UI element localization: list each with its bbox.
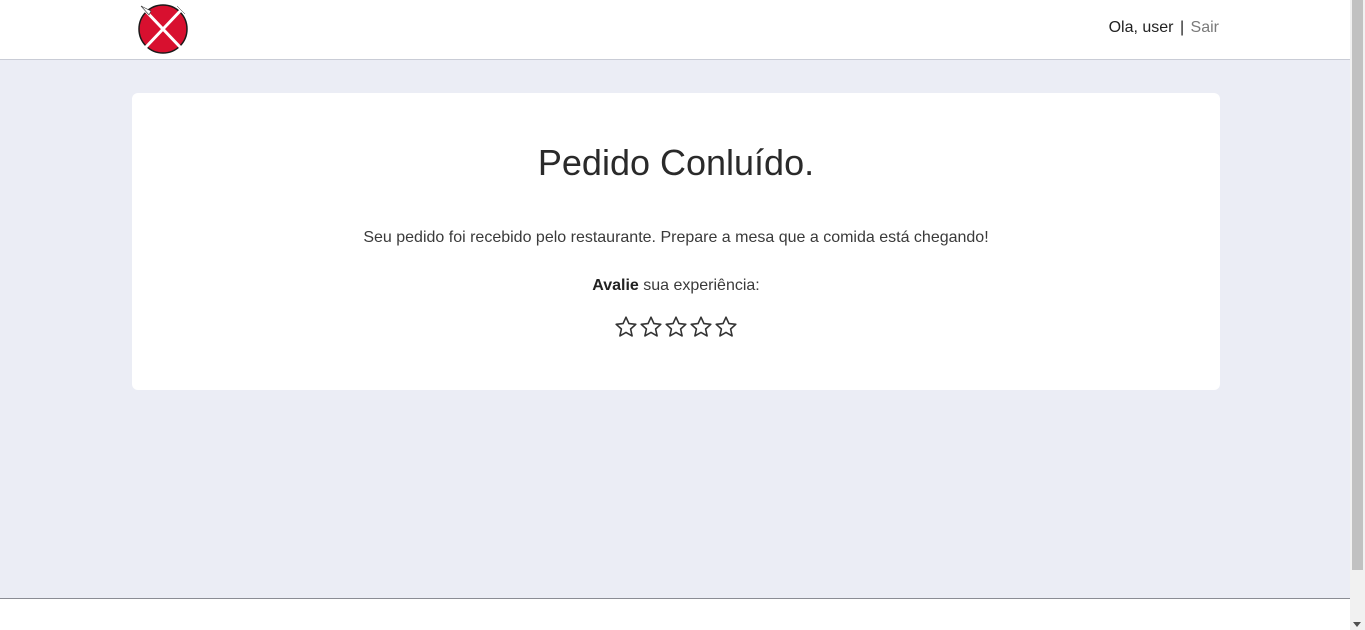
order-message: Seu pedido foi recebido pelo restaurante… bbox=[363, 229, 989, 246]
header-bar: Ola, user | Sair bbox=[0, 0, 1350, 60]
plate-knife-fork-icon[interactable] bbox=[137, 2, 189, 54]
nav-separator: | bbox=[1179, 19, 1185, 36]
vertical-scrollbar[interactable] bbox=[1350, 0, 1365, 630]
rate-prompt: Avalie sua experiência: bbox=[132, 277, 1220, 295]
logout-link[interactable]: Sair bbox=[1191, 19, 1219, 36]
star-outline-icon[interactable] bbox=[614, 314, 638, 340]
star-outline-icon[interactable] bbox=[664, 314, 688, 340]
scroll-down-arrow-icon[interactable] bbox=[1353, 622, 1361, 627]
user-greeting: Ola, user bbox=[1108, 19, 1174, 36]
star-outline-icon[interactable] bbox=[639, 314, 663, 340]
rate-prompt-bold: Avalie bbox=[592, 277, 639, 294]
star-outline-icon[interactable] bbox=[689, 314, 713, 340]
page-title: Pedido Conluído. bbox=[537, 142, 815, 183]
viewport: Ola, user | Sair Pedido Conluído. Seu pe… bbox=[0, 0, 1365, 630]
order-complete-card: Pedido Conluído. Seu pedido foi recebido… bbox=[132, 93, 1220, 390]
star-outline-icon[interactable] bbox=[714, 314, 738, 340]
star-rating bbox=[132, 314, 1220, 340]
rate-prompt-rest: sua experiência: bbox=[638, 277, 760, 294]
user-nav: Ola, user | Sair bbox=[1109, 19, 1219, 37]
scrollbar-thumb[interactable] bbox=[1352, 0, 1363, 570]
footer bbox=[0, 598, 1350, 630]
